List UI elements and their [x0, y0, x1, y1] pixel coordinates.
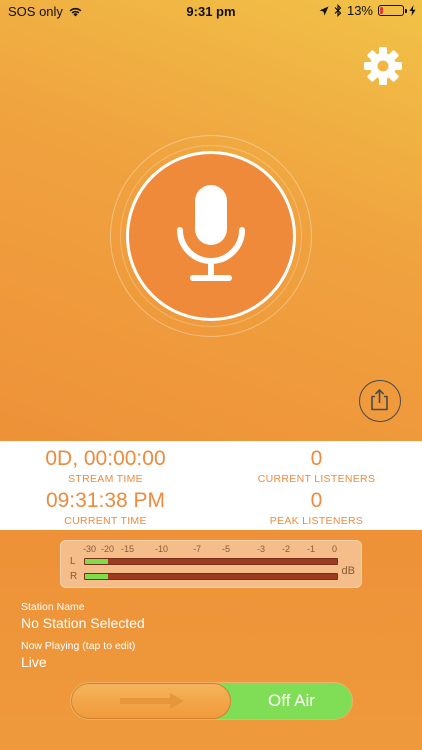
status-bar: SOS only 9:31 pm 13%	[0, 0, 422, 24]
stream-time-value: 0D, 00:00:00	[45, 447, 166, 470]
bluetooth-icon	[334, 4, 342, 17]
db-unit-label: dB	[341, 565, 355, 577]
arrow-right-icon	[120, 693, 184, 709]
scale-tick: -7	[193, 544, 202, 554]
peak-listeners-stat: 0 PEAK LISTENERS	[211, 489, 422, 527]
slider-thumb[interactable]	[71, 683, 231, 719]
scale-tick: -1	[307, 544, 316, 554]
now-playing-value[interactable]: Live	[21, 654, 47, 670]
microphone-icon	[177, 185, 245, 281]
scale-tick: -5	[222, 544, 231, 554]
current-listeners-label: CURRENT LISTENERS	[257, 473, 376, 485]
battery-percent: 13%	[346, 3, 373, 18]
share-button[interactable]	[359, 380, 401, 422]
scale-tick: -10	[155, 544, 169, 554]
scale-tick: -3	[257, 544, 266, 554]
current-listeners-stat: 0 CURRENT LISTENERS	[211, 447, 422, 485]
audio-level-meter: -30 -20 -15 -10 -7 -5 -3 -2 -1 0 L R dB	[60, 540, 362, 588]
scale-tick: -30	[83, 544, 97, 554]
gear-icon	[364, 47, 402, 85]
current-time-stat: 09:31:38 PM CURRENT TIME	[0, 489, 211, 527]
battery-nub	[405, 9, 407, 13]
charging-bolt-icon	[409, 5, 416, 16]
scale-tick: -20	[101, 544, 115, 554]
go-live-slider[interactable]: Off Air	[70, 682, 353, 720]
location-arrow-icon	[319, 6, 329, 15]
station-name-label: Station Name	[21, 601, 85, 613]
right-channel-bar	[84, 573, 338, 580]
scale-tick: -15	[121, 544, 135, 554]
left-channel-label: L	[70, 556, 76, 567]
left-channel-bar	[84, 558, 338, 565]
stream-time-label: STREAM TIME	[68, 473, 143, 485]
battery-level	[380, 7, 383, 14]
peak-listeners-value: 0	[310, 489, 323, 512]
app-screen: SOS only 9:31 pm 13% 0D, 00:00:00 STREAM…	[0, 0, 422, 750]
share-icon	[371, 389, 388, 411]
broadcast-area: SOS only 9:31 pm 13%	[0, 0, 422, 441]
off-air-label: Off Air	[268, 691, 315, 710]
right-level-fill	[85, 574, 108, 579]
stats-panel: 0D, 00:00:00 STREAM TIME 0 CURRENT LISTE…	[0, 441, 422, 530]
left-level-fill	[85, 559, 108, 564]
current-time-label: CURRENT TIME	[64, 515, 147, 527]
stream-time-stat: 0D, 00:00:00 STREAM TIME	[0, 447, 211, 485]
current-listeners-value: 0	[310, 447, 323, 470]
scale-tick: 0	[332, 544, 338, 554]
now-playing-label: Now Playing (tap to edit)	[21, 640, 136, 652]
peak-listeners-label: PEAK LISTENERS	[269, 515, 364, 527]
battery-icon	[378, 5, 407, 16]
microphone-button[interactable]	[126, 151, 296, 321]
settings-button[interactable]	[363, 46, 403, 86]
right-channel-label: R	[70, 571, 78, 582]
status-right: 13%	[319, 3, 416, 18]
current-time-value: 09:31:38 PM	[45, 489, 166, 512]
scale-tick: -2	[282, 544, 291, 554]
station-name-value[interactable]: No Station Selected	[21, 615, 145, 631]
